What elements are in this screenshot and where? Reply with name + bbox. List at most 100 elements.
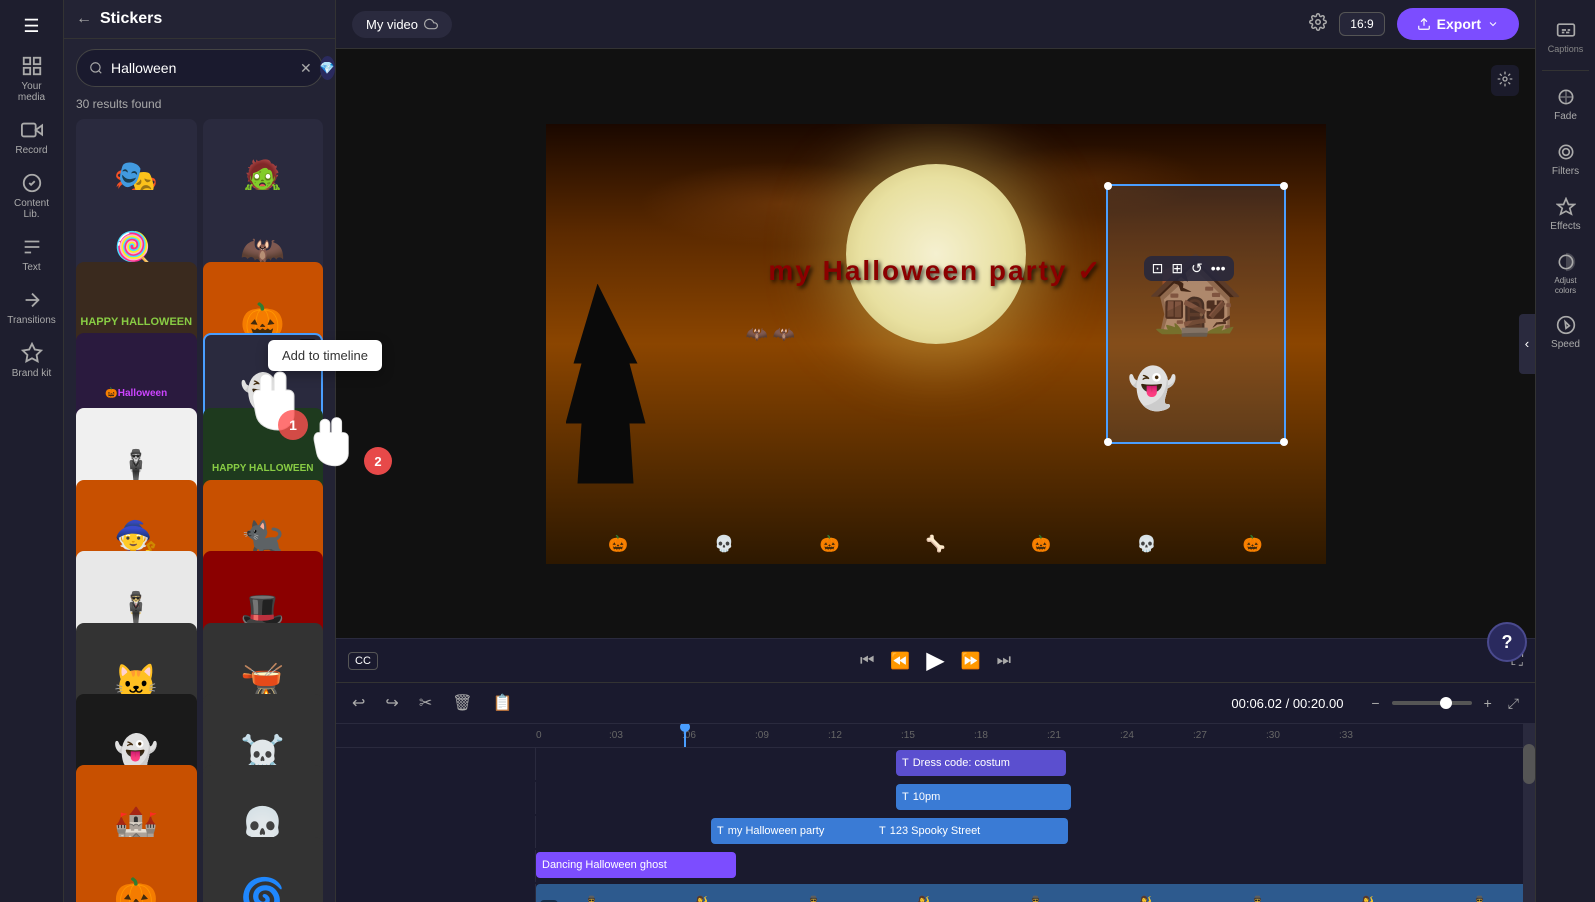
preview-pumpkins: 🎃 💀 🎃 🦴 🎃 💀 🎃 (546, 444, 1326, 564)
play-pause-button[interactable]: ▶ (926, 646, 944, 675)
rewind-to-start-button[interactable]: ⏮ (860, 652, 874, 670)
sidebar-item-text[interactable]: Text (4, 230, 60, 279)
zoom-slider[interactable] (1392, 701, 1472, 705)
castle-selection-overlay[interactable]: 🏚️ 👻 ⊡ ⊞ ↺ ••• (1106, 184, 1286, 444)
sidebar-item-record[interactable]: Record (4, 113, 60, 162)
more-element-options-button[interactable]: ••• (1211, 260, 1226, 276)
transitions-icon (21, 289, 43, 311)
sticker-item[interactable]: 🎃 (76, 837, 197, 902)
text-icon (21, 236, 43, 258)
search-bar: ✕ 💎 (76, 49, 323, 87)
clip-10pm[interactable]: T 10pm (896, 784, 1071, 810)
clip-label: 123 Spooky Street (890, 825, 981, 837)
fit-to-window-button[interactable]: ⤢ (1504, 693, 1523, 714)
frame-skeleton: 🕴️ (1465, 895, 1495, 902)
help-button[interactable]: ? (1487, 622, 1527, 662)
export-icon (1417, 17, 1431, 31)
right-sidebar-item-filters[interactable]: Filters (1540, 134, 1592, 185)
ghost-sticker: 👻 (1128, 365, 1178, 412)
speed-icon (1556, 315, 1576, 335)
sidebar-label-record: Record (15, 145, 47, 156)
crop-button[interactable]: ⊡ (1152, 260, 1164, 277)
sidebar-item-transitions[interactable]: Transitions (4, 283, 60, 332)
results-count: 30 results found (64, 97, 335, 119)
frame-skeleton: 🕴️ (1021, 895, 1051, 902)
clip-dress-code[interactable]: T Dress code: costum (896, 750, 1066, 776)
sidebar-label-text: Text (22, 262, 40, 273)
collapse-panel-button[interactable]: ‹ (1519, 314, 1535, 374)
rotate-button[interactable]: ↺ (1191, 260, 1203, 277)
top-bar: My video 16:9 Export (336, 0, 1535, 49)
my-video-tab[interactable]: My video (352, 11, 452, 38)
frame-skeleton: 🕴️ (1243, 895, 1273, 902)
ruler-mark: :33 (1339, 730, 1353, 741)
ruler-mark: :09 (755, 730, 769, 741)
preview-text: my Halloween party ✓ (768, 254, 1102, 287)
right-sidebar-item-speed[interactable]: Speed (1540, 307, 1592, 358)
right-sidebar-item-fade[interactable]: Fade (1540, 79, 1592, 130)
right-sidebar-item-adjust-colors[interactable]: Adjust colors (1540, 244, 1592, 303)
timeline-area: ↩ ↪ ✂ 🗑 📋 00:06.02 / 00:20.00 − + ⤢ 0 (336, 682, 1535, 902)
cc-button[interactable]: CC (348, 652, 378, 670)
export-button[interactable]: Export (1397, 8, 1519, 40)
handle-tr[interactable] (1280, 182, 1288, 190)
pumpkin-4: 🎃 (1243, 534, 1263, 554)
ruler-mark: :12 (828, 730, 842, 741)
aspect-ratio-button[interactable]: 16:9 (1339, 12, 1384, 36)
zoom-slider-thumb[interactable] (1440, 697, 1452, 709)
settings-icon-button[interactable] (1309, 13, 1327, 36)
clear-search-button[interactable]: ✕ (300, 60, 312, 77)
sidebar-label-brand-kit: Brand kit (12, 368, 51, 379)
track-row-ghost: Dancing Halloween ghost (336, 850, 1535, 882)
hamburger-button[interactable]: ☰ (15, 8, 47, 45)
track-content: T 10pm (536, 782, 1535, 814)
brand-icon (21, 342, 43, 364)
premium-badge-button[interactable]: 💎 (320, 56, 335, 80)
fast-forward-button[interactable]: ⏩ (961, 651, 981, 671)
video-settings-button[interactable] (1491, 65, 1519, 96)
clip-123-spooky-street[interactable]: T 123 Spooky Street (873, 818, 1068, 844)
handle-tl[interactable] (1104, 182, 1112, 190)
delete-button[interactable]: 🗑 (448, 691, 476, 715)
copy-button[interactable]: 📋 (489, 691, 517, 715)
undo-button[interactable]: ↩ (348, 691, 369, 715)
timeline-scrollbar[interactable] (1523, 724, 1535, 902)
zoom-in-button[interactable]: + (1480, 693, 1496, 713)
search-input[interactable] (111, 60, 292, 76)
sidebar-label-transitions: Transitions (7, 315, 56, 326)
sticker-item[interactable]: 🌀 (203, 837, 324, 902)
cut-button[interactable]: ✂ (415, 691, 436, 715)
settings-icon (1497, 71, 1513, 87)
sidebar-item-content-lib[interactable]: Content Lib. (4, 166, 60, 226)
adjust-colors-icon (1556, 252, 1576, 272)
skeleton-1: 💀 (714, 534, 734, 554)
left-sidebar: ☰ Your media Record Content Lib. Text Tr… (0, 0, 64, 902)
right-sidebar-item-captions[interactable]: Captions (1540, 12, 1592, 62)
scrollbar-thumb[interactable] (1523, 744, 1535, 784)
rewind-button[interactable]: ⏪ (890, 651, 910, 671)
sticker-text: HAPPY HALLOWEEN (208, 459, 318, 478)
skip-to-end-button[interactable]: ⏭ (997, 652, 1011, 670)
frame-skeleton: 💃 (1132, 895, 1162, 902)
right-sidebar-item-effects[interactable]: Effects (1540, 189, 1592, 240)
cloud-icon (424, 17, 438, 31)
track-row-10pm: T 10pm (336, 782, 1535, 814)
sidebar-item-brand-kit[interactable]: Brand kit (4, 336, 60, 385)
zoom-control: − + ⤢ (1367, 693, 1523, 714)
zoom-out-button[interactable]: − (1367, 693, 1383, 713)
add-to-timeline-tooltip: Add to timeline (268, 340, 382, 371)
stickers-title: Stickers (100, 10, 162, 28)
clip-dancing-halloween-ghost[interactable]: Dancing Halloween ghost (536, 852, 736, 878)
fade-icon (1556, 87, 1576, 107)
ruler-mark: :03 (609, 730, 623, 741)
redo-button[interactable]: ↪ (381, 691, 402, 715)
sidebar-item-your-media[interactable]: Your media (4, 49, 60, 109)
right-sidebar: Captions Fade Filters Effects Adjust col… (1535, 0, 1595, 902)
video-track-1[interactable]: 🕴️ 💃 🕴️ 💃 🕴️ 💃 🕴️ 💃 🕴️ ⏸ (536, 884, 1535, 902)
back-button[interactable]: ← (76, 10, 92, 28)
track-row-video-1: 🕴️ 💃 🕴️ 💃 🕴️ 💃 🕴️ 💃 🕴️ ⏸ (336, 884, 1535, 902)
pumpkin-3: 🎃 (1031, 534, 1051, 554)
help-button-area: ? (1487, 622, 1527, 662)
transform-button[interactable]: ⊞ (1171, 260, 1183, 277)
library-icon (21, 172, 43, 194)
